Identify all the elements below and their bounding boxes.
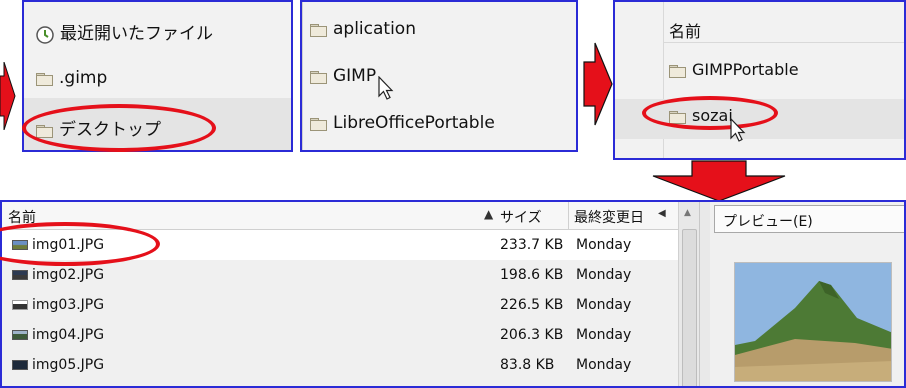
table-row[interactable]: img02.JPG 198.6 KB Monday <box>2 260 678 290</box>
highlight-ellipse <box>642 96 778 130</box>
table-row[interactable]: img05.JPG 83.8 KB Monday <box>2 350 678 380</box>
mouse-cursor-icon <box>730 118 746 142</box>
file-size-cell: 226.5 KB <box>500 297 564 313</box>
column-divider <box>568 202 569 229</box>
file-date-cell: Monday <box>576 267 632 283</box>
column-header-name[interactable]: 名前 <box>669 18 701 42</box>
table-row[interactable]: img03.JPG 226.5 KB Monday <box>2 290 678 320</box>
subfolder-panel: 名前 GIMPPortable sozai <box>613 0 906 160</box>
sort-ascending-icon[interactable]: ▲ <box>484 207 493 221</box>
preview-toggle[interactable]: プレビュー(E) <box>714 205 904 233</box>
column-header-size[interactable]: サイズ <box>500 207 542 227</box>
places-item-gimp[interactable]: .gimp <box>36 68 107 88</box>
folder-item-gimp[interactable]: GIMP <box>310 66 376 86</box>
folder-item-libreoffice[interactable]: LibreOfficePortable <box>310 113 495 133</box>
file-date-cell: Monday <box>576 297 632 313</box>
folder-item-aplication[interactable]: aplication <box>310 19 416 39</box>
preview-label: プレビュー(E) <box>723 214 813 230</box>
folder-item-label: aplication <box>333 19 416 39</box>
file-name-cell: img03.JPG <box>12 297 104 313</box>
file-date-cell: Monday <box>576 237 632 253</box>
vertical-scrollbar[interactable]: ▲ <box>678 202 699 386</box>
file-name-cell: img04.JPG <box>12 327 104 343</box>
file-size-cell: 198.6 KB <box>500 267 564 283</box>
arrow-right-icon <box>0 62 16 130</box>
preview-image <box>734 262 892 382</box>
scrollbar-thumb[interactable] <box>682 229 697 386</box>
arrow-right-icon <box>583 42 613 126</box>
folder-item-gimpportable[interactable]: GIMPPortable <box>669 60 799 79</box>
file-name-cell: img05.JPG <box>12 357 104 373</box>
file-size-cell: 83.8 KB <box>500 357 555 373</box>
file-size-cell: 206.3 KB <box>500 327 564 343</box>
recent-files-icon <box>36 25 54 44</box>
scroll-up-icon[interactable]: ▲ <box>684 208 691 218</box>
file-name-cell: img02.JPG <box>12 267 104 283</box>
pane-divider[interactable] <box>699 202 710 386</box>
arrow-down-icon <box>652 160 786 202</box>
image-file-icon <box>12 360 28 370</box>
file-date-cell: Monday <box>576 357 632 373</box>
folder-icon <box>310 23 327 37</box>
highlight-ellipse <box>22 104 216 152</box>
header-divider <box>663 42 904 43</box>
image-file-icon <box>12 300 28 310</box>
folder-icon <box>310 117 327 131</box>
mouse-cursor-icon <box>378 76 394 100</box>
places-item-label: .gimp <box>59 68 108 88</box>
folder-item-label: GIMP <box>333 66 377 86</box>
folder-icon <box>669 64 686 78</box>
folder-item-label: LibreOfficePortable <box>333 113 495 133</box>
places-item-recent[interactable]: 最近開いたファイル <box>36 19 213 44</box>
scroll-left-icon[interactable]: ◀ <box>658 208 666 219</box>
table-row[interactable]: img04.JPG 206.3 KB Monday <box>2 320 678 350</box>
folder-icon <box>36 72 53 86</box>
column-header-modified[interactable]: 最終変更日 <box>574 207 644 227</box>
file-dialog: 名前 ▲ サイズ 最終変更日 ◀ ▲ img01.JPG 233.7 KB Mo… <box>0 200 906 388</box>
image-file-icon <box>12 330 28 340</box>
divider <box>302 2 303 150</box>
image-file-icon <box>12 270 28 280</box>
folder-item-label: GIMPPortable <box>692 60 799 79</box>
folder-icon <box>310 70 327 84</box>
places-item-label: 最近開いたファイル <box>60 24 213 44</box>
file-date-cell: Monday <box>576 327 632 343</box>
file-size-cell: 233.7 KB <box>500 237 564 253</box>
folder-list-panel: aplication GIMP LibreOfficePortable <box>300 0 578 152</box>
